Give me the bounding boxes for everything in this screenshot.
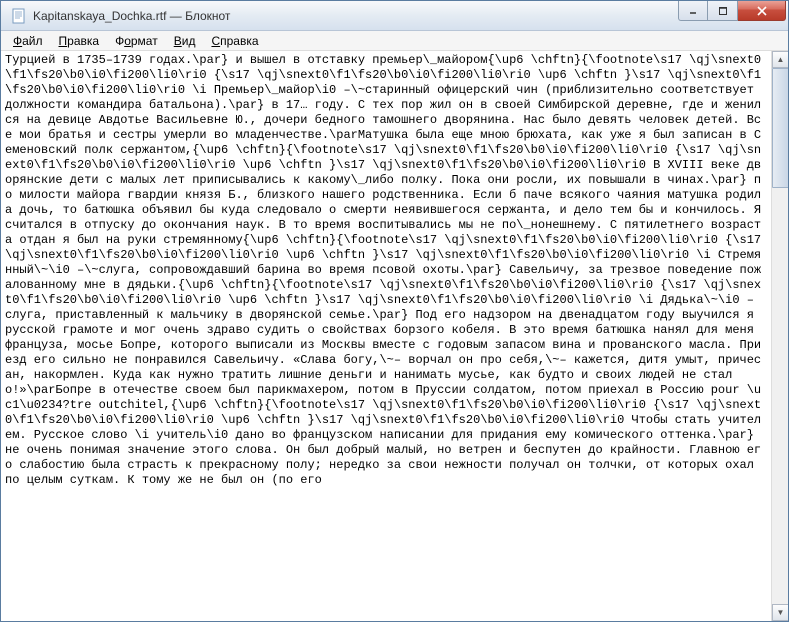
menu-format[interactable]: Формат xyxy=(107,32,166,50)
titlebar[interactable]: Kapitanskaya_Dochka.rtf — Блокнот xyxy=(1,1,788,31)
app-window: Kapitanskaya_Dochka.rtf — Блокнот Файл П… xyxy=(0,0,789,622)
window-title: Kapitanskaya_Dochka.rtf — Блокнот xyxy=(33,9,230,23)
menu-file[interactable]: Файл xyxy=(5,32,51,50)
scroll-down-button[interactable]: ▼ xyxy=(772,604,788,621)
maximize-button[interactable] xyxy=(708,1,738,21)
close-button[interactable] xyxy=(738,1,786,21)
menu-edit[interactable]: Правка xyxy=(51,32,108,50)
notepad-icon xyxy=(11,8,27,24)
menu-help[interactable]: Справка xyxy=(203,32,266,50)
content-area: Турцией в 1735–1739 годах.\par} и вышел … xyxy=(1,51,788,621)
window-controls xyxy=(678,1,786,21)
scroll-thumb[interactable] xyxy=(772,68,788,188)
menu-view[interactable]: Вид xyxy=(166,32,204,50)
menubar: Файл Правка Формат Вид Справка xyxy=(1,31,788,51)
vertical-scrollbar[interactable]: ▲ ▼ xyxy=(771,51,788,621)
scroll-up-button[interactable]: ▲ xyxy=(772,51,788,68)
text-editor[interactable]: Турцией в 1735–1739 годах.\par} и вышел … xyxy=(1,51,771,621)
minimize-button[interactable] xyxy=(678,1,708,21)
